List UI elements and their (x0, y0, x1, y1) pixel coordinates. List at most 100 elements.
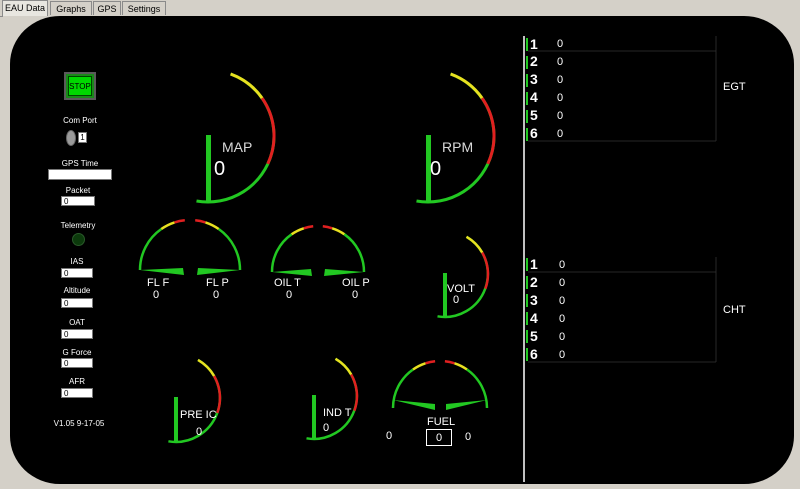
fl-p-needle (197, 268, 240, 275)
oil-t-arc-green (270, 233, 293, 273)
cht-row-4-num: 4 (530, 310, 538, 326)
egt-table-lines (528, 36, 717, 142)
ind-t-arc-red (350, 373, 359, 412)
gforce-label: G Force (62, 348, 92, 357)
cht-row-2-num: 2 (530, 274, 538, 290)
cht-row-5-bar (526, 330, 528, 343)
fuel-arc-yellow (412, 362, 426, 371)
pre-ic-arc-yellow (197, 358, 216, 377)
oil-t-arc-yellow (290, 227, 305, 236)
cht-row-1-bar (526, 258, 528, 271)
egt-row-5-value: 0 (557, 110, 564, 122)
rpm-arc-red (480, 97, 496, 165)
com-port-label: Com Port (63, 116, 97, 125)
gps-time-label: GPS Time (61, 159, 99, 168)
oat-label: OAT (69, 318, 85, 327)
egt-row-2-num: 2 (530, 53, 538, 69)
egt-row-4-value: 0 (557, 92, 564, 104)
fuel-left-needle (393, 400, 435, 410)
cht-row-4-value: 0 (559, 313, 566, 325)
fl-f-needle (140, 268, 184, 275)
egt-row-1-num: 1 (530, 36, 538, 52)
fl-p-gauge-value: 0 (213, 289, 220, 301)
cht-label: CHT (723, 304, 746, 316)
pre-ic-needle (174, 397, 178, 441)
version-label: V1.05 9-17-05 (53, 419, 105, 428)
oil-p-gauge-label: OIL P (342, 277, 370, 289)
pre-ic-gauge-label: PRE IC (180, 409, 217, 421)
oil-p-arc-red (322, 225, 333, 230)
oil-t-gauge-value: 0 (286, 289, 293, 301)
egt-row-3-value: 0 (557, 74, 564, 86)
gforce-field: 0 (61, 358, 93, 368)
oil-t-needle (272, 269, 312, 276)
egt-label: EGT (723, 81, 746, 93)
fuel-arc-red (444, 360, 455, 365)
cht-row-1-value: 0 (559, 259, 566, 271)
egt-row-5-bar (526, 110, 528, 123)
com-port-spinner-icon[interactable] (66, 130, 76, 146)
fl-f-arc-green (138, 227, 163, 271)
fuel-right-needle (446, 400, 487, 410)
stop-button[interactable]: STOP (64, 72, 96, 100)
egt-row-4-num: 4 (530, 89, 538, 105)
afr-label: AFR (69, 377, 85, 386)
cht-row-3-value: 0 (559, 295, 566, 307)
egt-row-4-bar (526, 92, 528, 105)
map-arc-red (260, 97, 276, 165)
gps-time-field (48, 169, 112, 180)
oil-p-gauge-value: 0 (352, 289, 359, 301)
telemetry-led-icon (72, 233, 85, 246)
volt-needle (443, 273, 447, 317)
fuel-right-value: 0 (465, 431, 472, 443)
fuel-arc-yellow (454, 362, 468, 371)
altitude-label: Altitude (63, 286, 91, 295)
cht-row-4-bar (526, 312, 528, 325)
cht-row-2-value: 0 (559, 277, 566, 289)
map-gauge-value: 0 (214, 158, 226, 180)
rpm-gauge-label: RPM (442, 139, 474, 155)
volt-gauge-value: 0 (453, 294, 460, 306)
map-arc-yellow (230, 72, 264, 99)
cht-row-5-num: 5 (530, 328, 538, 344)
fl-f-arc-red (174, 219, 185, 224)
stop-button-label: STOP (68, 76, 92, 96)
egt-row-1-value: 0 (557, 38, 564, 50)
oil-p-arc-green (343, 233, 366, 273)
volt-arc-yellow (465, 235, 484, 254)
cht-row-3-num: 3 (530, 292, 538, 308)
egt-row-6-bar (526, 128, 528, 141)
fl-f-gauge-label: FL F (147, 277, 170, 289)
volt-gauge-label: VOLT (447, 283, 475, 295)
packet-label: Packet (65, 186, 91, 195)
oil-t-gauge-label: OIL T (274, 277, 301, 289)
egt-row-1-bar (526, 38, 528, 51)
map-needle (206, 135, 211, 203)
cht-row-6-num: 6 (530, 346, 538, 362)
rpm-gauge-value: 0 (430, 158, 442, 180)
egt-row-3-bar (526, 74, 528, 87)
fuel-left-value: 0 (386, 430, 393, 442)
cht-row-2-bar (526, 276, 528, 289)
com-port-value[interactable]: 1 (78, 132, 87, 143)
packet-field: 0 (61, 196, 95, 206)
fuel-gauge-label: FUEL (427, 416, 456, 428)
cht-row-3-bar (526, 294, 528, 307)
map-gauge-label: MAP (222, 139, 253, 155)
altitude-field: 0 (61, 298, 93, 308)
ind-t-arc-yellow (334, 357, 353, 376)
cht-table-lines (528, 257, 717, 363)
cht-row-1-num: 1 (530, 256, 538, 272)
pre-ic-arc-red (212, 375, 222, 414)
egt-row-3-num: 3 (530, 71, 538, 87)
pre-ic-gauge-value: 0 (196, 426, 203, 438)
oil-p-arc-yellow (331, 227, 346, 236)
oat-field: 0 (61, 329, 93, 339)
ias-label: IAS (70, 257, 84, 266)
cht-row-6-bar (526, 348, 528, 361)
cht-row-5-value: 0 (559, 331, 566, 343)
fl-f-arc-yellow (160, 221, 175, 231)
egt-row-5-num: 5 (530, 107, 538, 123)
ias-field: 0 (61, 268, 93, 278)
oil-t-arc-red (303, 225, 314, 230)
